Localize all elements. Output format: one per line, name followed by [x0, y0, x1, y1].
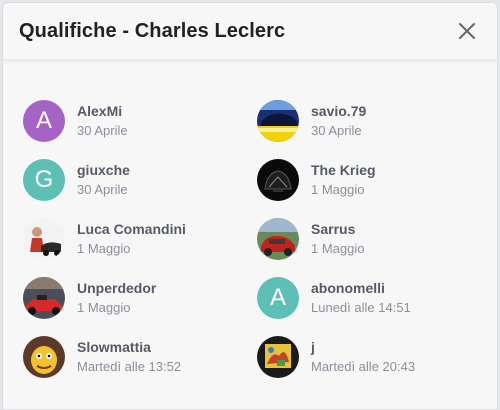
avatar — [257, 99, 299, 142]
close-icon[interactable] — [453, 17, 481, 45]
user-name[interactable]: j — [311, 339, 415, 355]
list-item[interactable]: A abonomelli Lunedì alle 14:51 — [257, 268, 457, 327]
user-name[interactable]: Luca Comandini — [77, 221, 186, 237]
user-name[interactable]: giuxche — [77, 162, 130, 178]
painting-photo-icon — [257, 335, 299, 378]
list-item[interactable]: G giuxche 30 Aprile — [23, 150, 257, 209]
person-with-car-photo-icon — [23, 217, 65, 260]
dialog-title: Qualifiche - Charles Leclerc — [19, 19, 286, 42]
car-photo-blue-yellow-icon — [257, 99, 299, 142]
timestamp: 1 Maggio — [77, 241, 131, 256]
dark-car-photo-icon — [257, 158, 299, 201]
timestamp: 1 Maggio — [77, 300, 131, 315]
list-item[interactable]: savio.79 30 Aprile — [257, 91, 457, 150]
list-item[interactable]: A AlexMi 30 Aprile — [23, 91, 257, 150]
avatar — [257, 335, 299, 378]
timestamp: Martedì alle 20:43 — [311, 359, 416, 374]
avatar: A — [23, 99, 65, 142]
list-item[interactable]: j Martedì alle 20:43 — [257, 327, 457, 386]
reactions-dialog: Qualifiche - Charles Leclerc A AlexMi 30… — [2, 2, 498, 410]
avatar — [23, 217, 65, 260]
user-name[interactable]: abonomelli — [311, 280, 411, 296]
timestamp: 30 Aprile — [311, 123, 362, 138]
timestamp: Martedì alle 13:52 — [77, 359, 182, 374]
timestamp: Lunedì alle 14:51 — [311, 300, 411, 315]
red-racecar-photo-icon — [23, 276, 65, 319]
avatar — [23, 335, 65, 378]
avatar: A — [257, 276, 299, 319]
timestamp: 1 Maggio — [311, 182, 365, 197]
avatar — [23, 276, 65, 319]
user-name[interactable]: Sarrus — [311, 221, 364, 237]
list-item[interactable]: Slowmattia Martedì alle 13:52 — [23, 327, 257, 386]
avatar — [257, 158, 299, 201]
dialog-header: Qualifiche - Charles Leclerc — [3, 3, 497, 60]
timestamp: 1 Maggio — [311, 241, 365, 256]
user-name[interactable]: AlexMi — [77, 103, 128, 119]
user-name[interactable]: Unperdedor — [77, 280, 156, 296]
people-list: A AlexMi 30 Aprile savio.79 30 Aprile G … — [23, 91, 457, 386]
user-name[interactable]: Slowmattia — [77, 339, 181, 355]
red-car-photo-icon — [257, 217, 299, 260]
avatar — [257, 217, 299, 260]
user-name[interactable]: savio.79 — [311, 103, 366, 119]
avatar-letter: G — [34, 165, 54, 193]
avatar: G — [23, 158, 65, 201]
avatar-letter: A — [35, 106, 52, 134]
user-name[interactable]: The Krieg — [311, 162, 376, 178]
timestamp: 30 Aprile — [77, 123, 128, 138]
list-item[interactable]: Sarrus 1 Maggio — [257, 209, 457, 268]
list-item[interactable]: Unperdedor 1 Maggio — [23, 268, 257, 327]
cartoon-character-photo-icon — [23, 335, 65, 378]
avatar-letter: A — [269, 283, 286, 311]
timestamp: 30 Aprile — [77, 182, 128, 197]
list-item[interactable]: Luca Comandini 1 Maggio — [23, 209, 257, 268]
list-item[interactable]: The Krieg 1 Maggio — [257, 150, 457, 209]
